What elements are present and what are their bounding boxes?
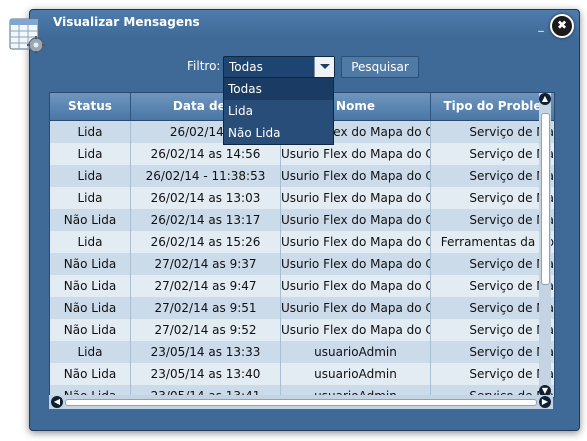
cell-date: 23/05/14 as 13:40 [131,363,281,385]
cell-problem-type: Serviço de Ma [469,213,554,227]
cell-name: Usurio Flex do Mapa do C [281,143,431,165]
cell-name: Usurio Flex do Mapa do C [281,187,431,209]
cell-problem-type: Serviço de Ma [469,279,554,293]
cell-date: 27/02/14 as 9:52 [131,319,281,341]
filter-selected-value: Todas [229,60,263,74]
cell-problem-type: Serviço de Ma [469,367,554,381]
messages-window: Visualizar Mensagens _ ✖ Filtro: Todas P… [9,9,580,431]
table-row[interactable]: Lida 26/02/14 as 15:26 Usurio Flex do Mapa… [50,231,554,253]
table-row[interactable]: Não Lida 26/02/14 as 13:17 Usurio Flex do … [50,209,554,231]
cell-date: 26/02/14 as 14:56 [131,143,281,165]
cell-status: Lida [50,165,131,187]
horizontal-scroll-thumb[interactable] [65,399,537,406]
table-row[interactable]: Não Lida 27/02/14 as 9:37 Usurio Flex do M… [50,253,554,275]
vertical-scrollbar[interactable]: ▲ ▼ [539,93,551,397]
filter-option-todas[interactable]: Todas [224,78,333,100]
vertical-scroll-thumb[interactable] [541,113,550,285]
filter-label: Filtro: [187,59,221,73]
table-row[interactable]: Lida 23/05/14 as 13:33 usuarioAdmin Serviço… [50,341,554,363]
column-header-status[interactable]: Status [50,93,131,120]
cell-status: Não Lida [50,275,131,297]
close-button[interactable]: ✖ [550,14,574,38]
table-row[interactable]: Lida 26/02/14 - 11:38:53 Usurio Flex do Ma… [50,165,554,187]
cell-date: 23/05/14 as 13:33 [131,341,281,363]
cell-name: Usurio Flex do Mapa do C [281,297,431,319]
cell-status: Lida [50,143,131,165]
dropdown-arrow-button[interactable] [314,57,334,77]
cell-status: Não Lida [50,297,131,319]
scroll-right-button[interactable]: ▶ [539,396,551,408]
cell-status: Não Lida [50,319,131,341]
cell-date: 27/02/14 as 9:47 [131,275,281,297]
cell-status: Lida [50,231,131,253]
cell-status: Não Lida [50,209,131,231]
cell-date: 27/02/14 as 9:37 [131,253,281,275]
cell-problem-type: Serviço de Ma [469,301,554,315]
cell-problem-type: Serviço de Ma [469,147,554,161]
minimize-button[interactable]: _ [536,20,546,31]
filter-dropdown-list: Todas Lida Não Lida [223,77,334,145]
cell-name: Usurio Flex do Mapa do C [281,319,431,341]
column-header-problem-type[interactable]: Tipo do Proble [431,93,554,120]
table-row[interactable]: Não Lida 23/05/14 as 13:40 usuarioAdmin Ser… [50,363,554,385]
cell-date: 26/02/14 as 15:26 [131,231,281,253]
table-row[interactable]: Lida 26/02/14 as 13:03 Usurio Flex do Mapa… [50,187,554,209]
cell-date: 27/02/14 as 9:51 [131,297,281,319]
cell-problem-type: Serviço de Ma [469,169,554,183]
cell-name: Usurio Flex do Mapa do C [281,231,431,253]
cell-date: 26/02/14 - 11:38:53 [131,165,281,187]
window-title: Visualizar Mensagens [53,15,200,29]
horizontal-scrollbar[interactable]: ◀ ▶ [49,395,553,409]
cell-problem-type: Serviço de Ma [469,323,554,337]
cell-status: Não Lida [50,253,131,275]
title-bar[interactable]: Visualizar Mensagens _ ✖ [30,10,579,38]
table-row[interactable]: Não Lida 27/02/14 as 9:51 Usurio Flex do M… [50,297,554,319]
filter-option-nao-lida[interactable]: Não Lida [224,122,333,144]
cell-problem-type: Serviço de Ma [469,257,554,271]
scroll-up-button[interactable]: ▲ [539,93,551,105]
table-row[interactable]: Lida 26/02/14 as 14:56 Usurio Flex do Mapa… [50,143,554,165]
table-body: Lida 26/02/14 as Usurio Flex do Mapa do CS… [50,121,554,397]
cell-name: Usurio Flex do Mapa do C [281,253,431,275]
cell-status: Lida [50,121,131,143]
cell-name: Usurio Flex do Mapa do C [281,209,431,231]
search-button[interactable]: Pesquisar [341,56,419,78]
message-settings-icon [9,18,45,54]
cell-status: Lida [50,341,131,363]
table-row[interactable]: Não Lida 27/02/14 as 9:52 Usurio Flex do M… [50,319,554,341]
cell-name: Usurio Flex do Mapa do C [281,275,431,297]
cell-problem-type: Ferramentas da ap [440,235,554,249]
cell-status: Lida [50,187,131,209]
chevron-down-icon [320,64,330,69]
cell-date: 26/02/14 as 13:03 [131,187,281,209]
cell-problem-type: Serviço de Ma [469,125,554,139]
cell-problem-type: Serviço de Ma [469,191,554,205]
filter-select[interactable]: Todas [223,56,335,78]
table-row[interactable]: Não Lida 27/02/14 as 9:47 Usurio Flex do M… [50,275,554,297]
cell-name: usuarioAdmin [281,363,431,385]
cell-name: usuarioAdmin [281,341,431,363]
filter-option-lida[interactable]: Lida [224,100,333,122]
cell-problem-type: Serviço de Ma [469,345,554,359]
scroll-left-button[interactable]: ◀ [51,396,63,408]
cell-date: 26/02/14 as 13:17 [131,209,281,231]
cell-status: Não Lida [50,363,131,385]
cell-name: Usurio Flex do Mapa do C [281,165,431,187]
